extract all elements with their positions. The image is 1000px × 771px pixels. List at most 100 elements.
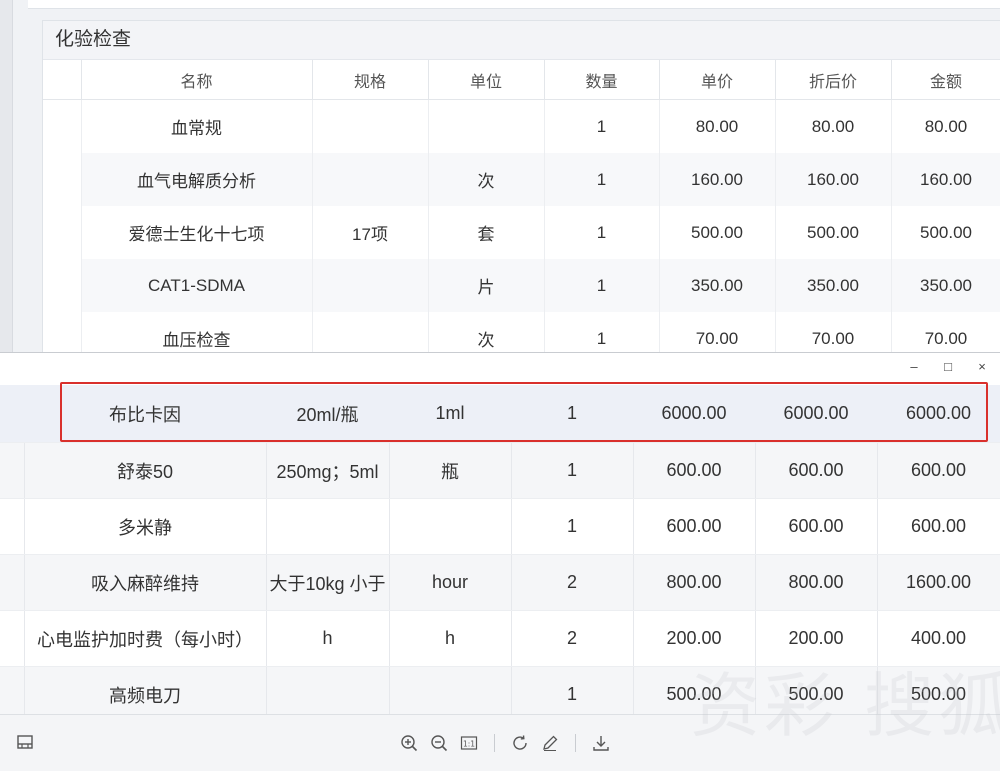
maximize-button[interactable]: □ — [938, 357, 958, 377]
cell-name: 心电监护加时费（每小时） — [24, 610, 267, 667]
cell-qty: 2 — [511, 554, 634, 611]
cell-discount-price: 600.00 — [755, 442, 878, 499]
cell-discount-price: 6000.00 — [755, 385, 877, 443]
cell-discount-price: 200.00 — [755, 610, 878, 667]
actual-size-label: 1:1 — [463, 740, 475, 749]
header-qty[interactable]: 数量 — [544, 60, 660, 100]
header-price[interactable]: 单价 — [659, 60, 776, 100]
lab-table-header: 名称 规格 单位 数量 单价 折后价 金额 — [43, 60, 1000, 100]
cell-amount: 350.00 — [891, 259, 1000, 312]
cell-spec — [312, 153, 429, 206]
cell-unit: 1ml — [389, 385, 511, 443]
row-gutter — [43, 153, 82, 206]
lab-exam-table: 名称 规格 单位 数量 单价 折后价 金额 血常规 1 80.00 80.00 … — [43, 60, 1000, 365]
cell-spec — [312, 259, 429, 312]
cell-spec: 17项 — [312, 206, 429, 259]
table-row[interactable]: 舒泰50 250mg；5ml 瓶 1 600.00 600.00 600.00 — [0, 442, 1000, 499]
close-button[interactable]: × — [972, 357, 992, 377]
cell-price: 600.00 — [633, 442, 756, 499]
cell-qty: 2 — [511, 610, 634, 667]
cell-name: CAT1-SDMA — [81, 259, 313, 312]
table-row[interactable]: 血气电解质分析 次 1 160.00 160.00 160.00 — [43, 153, 1000, 206]
table-row[interactable]: 吸入麻醉维持 大于10kg 小于 hour 2 800.00 800.00 16… — [0, 554, 1000, 611]
cell-spec: 20ml/瓶 — [266, 385, 389, 443]
medication-table: 布比卡因 20ml/瓶 1ml 1 6000.00 6000.00 6000.0… — [0, 385, 1000, 723]
header-unit[interactable]: 单位 — [428, 60, 545, 100]
table-row[interactable]: 血常规 1 80.00 80.00 80.00 — [43, 99, 1000, 153]
cell-amount: 1600.00 — [877, 554, 1000, 611]
cell-qty: 1 — [511, 442, 634, 499]
row-gutter — [0, 554, 25, 611]
cell-price: 160.00 — [659, 153, 776, 206]
cell-discount-price: 160.00 — [775, 153, 892, 206]
top-panel-edge — [28, 0, 1000, 9]
row-gutter — [43, 206, 82, 259]
cell-qty: 1 — [544, 153, 660, 206]
cell-qty: 1 — [511, 498, 634, 555]
cell-price: 6000.00 — [633, 385, 755, 443]
cell-spec: h — [266, 610, 390, 667]
toolbar-center-group: 1:1 — [398, 731, 612, 755]
cell-qty: 1 — [544, 99, 660, 153]
row-gutter — [43, 259, 82, 312]
table-row[interactable]: 多米静 1 600.00 600.00 600.00 — [0, 498, 1000, 555]
header-discount-price[interactable]: 折后价 — [775, 60, 892, 100]
cell-price: 600.00 — [633, 498, 756, 555]
rotate-icon[interactable] — [509, 732, 531, 754]
cell-amount: 600.00 — [877, 442, 1000, 499]
toolbar-divider — [494, 734, 495, 752]
download-icon[interactable] — [590, 732, 612, 754]
cell-unit — [389, 498, 512, 555]
cell-spec — [312, 99, 429, 153]
zoom-in-icon[interactable] — [398, 732, 420, 754]
cell-unit: 套 — [428, 206, 545, 259]
edit-icon[interactable] — [539, 732, 561, 754]
zoom-out-icon[interactable] — [428, 732, 450, 754]
cell-discount-price: 500.00 — [775, 206, 892, 259]
cell-amount: 160.00 — [891, 153, 1000, 206]
background-page: 化验检查 名称 规格 单位 数量 单价 折后价 金额 血常规 1 80.00 8… — [0, 0, 1000, 365]
cell-amount: 80.00 — [891, 99, 1000, 153]
minimize-button[interactable]: – — [904, 357, 924, 377]
cell-unit: hour — [389, 554, 512, 611]
table-row-highlighted[interactable]: 布比卡因 20ml/瓶 1ml 1 6000.00 6000.00 6000.0… — [0, 385, 1000, 443]
cell-unit: 瓶 — [389, 442, 512, 499]
table-row[interactable]: 爱德士生化十七项 17项 套 1 500.00 500.00 500.00 — [43, 206, 1000, 259]
header-spec[interactable]: 规格 — [312, 60, 429, 100]
viewer-toolbar: 1:1 — [0, 714, 1000, 771]
cell-amount: 500.00 — [891, 206, 1000, 259]
left-sidebar-strip — [0, 0, 13, 352]
cell-amount: 400.00 — [877, 610, 1000, 667]
actual-size-icon[interactable]: 1:1 — [458, 732, 480, 754]
cell-name: 多米静 — [24, 498, 267, 555]
cell-price: 350.00 — [659, 259, 776, 312]
cell-discount-price: 350.00 — [775, 259, 892, 312]
cell-price: 800.00 — [633, 554, 756, 611]
table-row[interactable]: 心电监护加时费（每小时） h h 2 200.00 200.00 400.00 — [0, 610, 1000, 667]
cell-spec — [266, 498, 390, 555]
cell-unit: 片 — [428, 259, 545, 312]
header-amount[interactable]: 金额 — [891, 60, 1000, 100]
cell-name: 舒泰50 — [24, 442, 267, 499]
row-gutter — [0, 442, 25, 499]
cell-qty: 1 — [544, 206, 660, 259]
lab-section-title: 化验检查 — [43, 21, 1000, 60]
cell-amount: 600.00 — [877, 498, 1000, 555]
window-controls: – □ × — [904, 357, 992, 377]
cell-spec: 250mg；5ml — [266, 442, 390, 499]
image-viewer-window: – □ × 布比卡因 20ml/瓶 1ml 1 6000.00 6000.00 … — [0, 352, 1000, 771]
cell-name: 血常规 — [81, 99, 313, 153]
cell-unit: h — [389, 610, 512, 667]
cell-discount-price: 80.00 — [775, 99, 892, 153]
cell-discount-price: 800.00 — [755, 554, 878, 611]
panel-toggle-icon[interactable] — [16, 733, 36, 753]
cell-name: 吸入麻醉维持 — [24, 554, 267, 611]
table-row[interactable]: CAT1-SDMA 片 1 350.00 350.00 350.00 — [43, 259, 1000, 312]
cell-amount: 6000.00 — [877, 385, 1000, 443]
row-gutter — [0, 610, 25, 667]
cell-name: 布比卡因 — [24, 385, 266, 443]
lab-exam-panel: 化验检查 名称 规格 单位 数量 单价 折后价 金额 血常规 1 80.00 8… — [42, 20, 1000, 365]
cell-spec: 大于10kg 小于 — [266, 554, 390, 611]
header-name[interactable]: 名称 — [81, 60, 313, 100]
header-blank — [43, 60, 82, 100]
